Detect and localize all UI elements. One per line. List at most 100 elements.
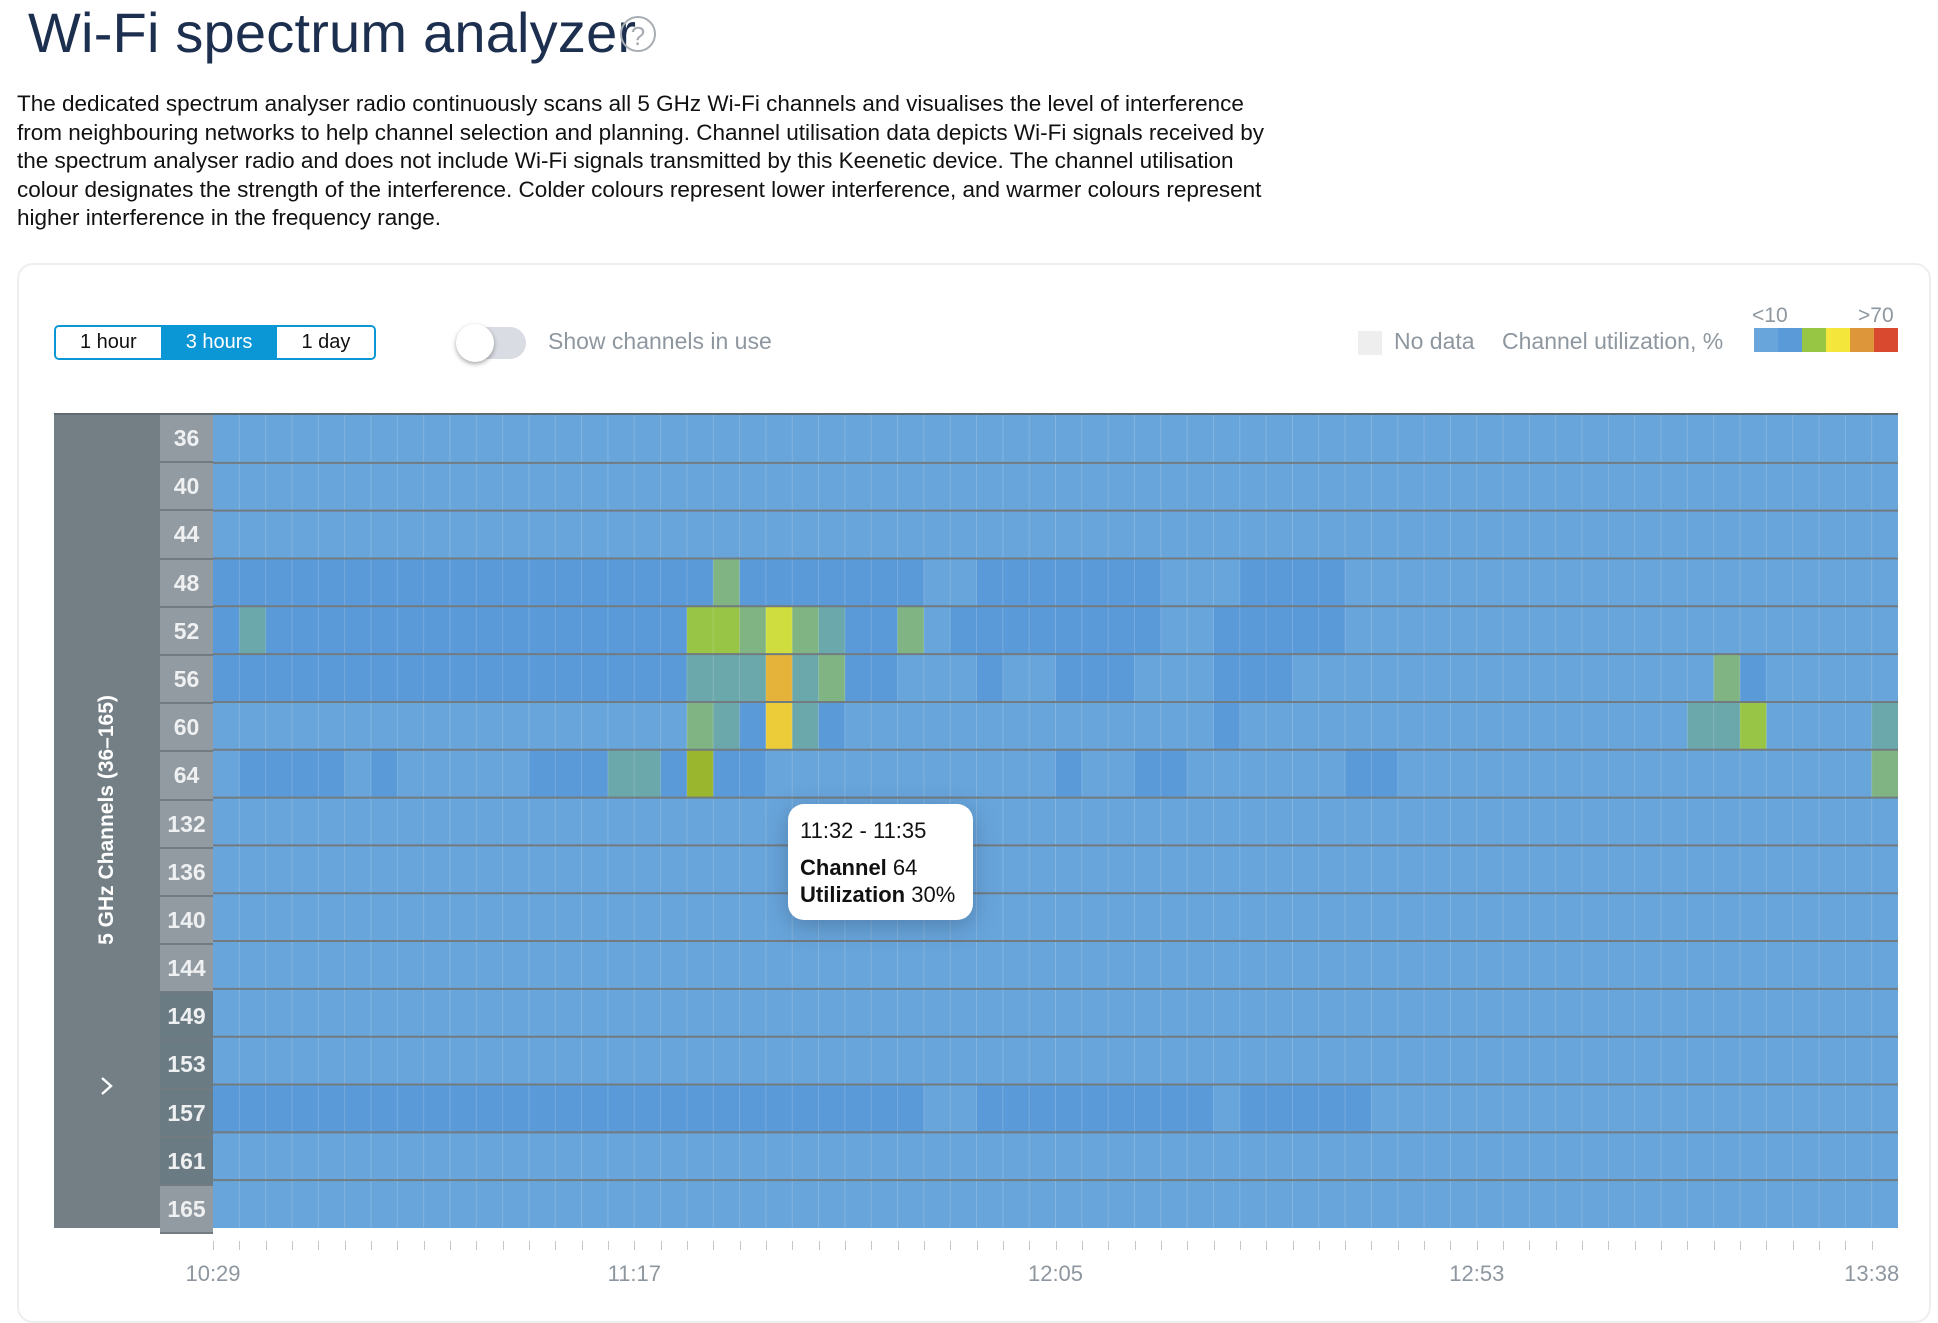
heatmap-cell[interactable] — [1424, 510, 1451, 559]
heatmap-cell[interactable] — [897, 1132, 925, 1181]
heatmap-cell[interactable] — [1371, 510, 1398, 559]
heatmap-cell[interactable] — [502, 1132, 530, 1181]
heatmap-cell[interactable] — [660, 510, 688, 559]
heatmap-cell[interactable] — [239, 845, 266, 894]
heatmap-cell[interactable] — [1345, 1180, 1372, 1228]
heatmap-cell[interactable] — [686, 988, 714, 1037]
heatmap-cell[interactable] — [1503, 415, 1530, 463]
heatmap-cell[interactable] — [1819, 654, 1846, 702]
heatmap-cell[interactable] — [555, 893, 582, 942]
heatmap-cell[interactable] — [239, 415, 266, 463]
heatmap-cell[interactable] — [291, 1036, 319, 1085]
heatmap-cell[interactable] — [844, 1180, 872, 1228]
heatmap-cell[interactable] — [528, 797, 556, 846]
heatmap-cell[interactable] — [1187, 510, 1214, 559]
heatmap-cell[interactable] — [844, 558, 872, 607]
heatmap-cell[interactable] — [634, 701, 661, 750]
heatmap-cell[interactable] — [739, 558, 767, 607]
heatmap-cell[interactable] — [792, 415, 819, 463]
heatmap-cell[interactable] — [1582, 558, 1609, 607]
heatmap-cell[interactable] — [1187, 462, 1214, 511]
heatmap-cell[interactable] — [370, 606, 398, 655]
heatmap-cell[interactable] — [1002, 558, 1030, 607]
heatmap-cell[interactable] — [1002, 749, 1030, 798]
heatmap-cell[interactable] — [528, 701, 556, 750]
heatmap-cell[interactable] — [449, 749, 477, 798]
heatmap-cell[interactable] — [213, 1084, 240, 1133]
heatmap-cell[interactable] — [660, 893, 688, 942]
heatmap-cell[interactable] — [239, 510, 266, 559]
heatmap-cell[interactable] — [1871, 749, 1898, 798]
heatmap-cell[interactable] — [1134, 893, 1162, 942]
heatmap-cell[interactable] — [1661, 606, 1688, 655]
heatmap-cell[interactable] — [1345, 941, 1372, 989]
heatmap-cell[interactable] — [1608, 749, 1635, 798]
heatmap-cell[interactable] — [291, 988, 319, 1037]
heatmap-cell[interactable] — [1661, 1132, 1688, 1181]
heatmap-cell[interactable] — [265, 1036, 293, 1085]
heatmap-cell[interactable] — [739, 1180, 767, 1228]
heatmap-cell[interactable] — [739, 701, 767, 750]
heatmap-cell[interactable] — [291, 415, 319, 463]
heatmap-cell[interactable] — [213, 797, 240, 846]
heatmap-cell[interactable] — [1634, 1180, 1662, 1228]
heatmap-cell[interactable] — [581, 749, 609, 798]
heatmap-cell[interactable] — [1845, 845, 1872, 894]
heatmap-cell[interactable] — [1213, 1036, 1240, 1085]
heatmap-cell[interactable] — [1819, 462, 1846, 511]
heatmap-cell[interactable] — [344, 606, 372, 655]
heatmap-cell[interactable] — [397, 654, 424, 702]
heatmap-cell[interactable] — [1766, 701, 1793, 750]
heatmap-cell[interactable] — [1634, 749, 1662, 798]
heatmap-cell[interactable] — [1740, 988, 1767, 1037]
heatmap-cell[interactable] — [1555, 797, 1583, 846]
heatmap-cell[interactable] — [1371, 462, 1398, 511]
heatmap-cell[interactable] — [739, 797, 767, 846]
heatmap-cell[interactable] — [1792, 462, 1820, 511]
heatmap-cell[interactable] — [1055, 510, 1083, 559]
heatmap-cell[interactable] — [1029, 654, 1056, 702]
heatmap-cell[interactable] — [739, 1036, 767, 1085]
heatmap-cell[interactable] — [1318, 797, 1346, 846]
heatmap-cell[interactable] — [213, 749, 240, 798]
heatmap-cell[interactable] — [1713, 701, 1741, 750]
heatmap-cell[interactable] — [318, 988, 345, 1037]
heatmap-cell[interactable] — [1160, 701, 1188, 750]
heatmap-cell[interactable] — [660, 701, 688, 750]
heatmap-cell[interactable] — [1108, 462, 1135, 511]
heatmap-cell[interactable] — [713, 749, 740, 798]
heatmap-cell[interactable] — [871, 558, 898, 607]
heatmap-cell[interactable] — [1029, 558, 1056, 607]
heatmap-cell[interactable] — [1450, 988, 1477, 1037]
heatmap-cell[interactable] — [1160, 797, 1188, 846]
heatmap-cell[interactable] — [1397, 1036, 1425, 1085]
heatmap-cell[interactable] — [528, 1036, 556, 1085]
heatmap-cell[interactable] — [1292, 1180, 1319, 1228]
heatmap-cell[interactable] — [581, 845, 609, 894]
heatmap-cell[interactable] — [555, 415, 582, 463]
heatmap-cell[interactable] — [213, 415, 240, 463]
range-1-day-button[interactable]: 1 day — [276, 327, 375, 358]
heatmap-cell[interactable] — [1345, 988, 1372, 1037]
heatmap-cell[interactable] — [1871, 510, 1898, 559]
heatmap-cell[interactable] — [1424, 1036, 1451, 1085]
heatmap-cell[interactable] — [423, 988, 451, 1037]
heatmap-cell[interactable] — [1819, 558, 1846, 607]
heatmap-cell[interactable] — [976, 1132, 1004, 1181]
heatmap-cell[interactable] — [449, 701, 477, 750]
heatmap-cell[interactable] — [1476, 1036, 1504, 1085]
heatmap-cell[interactable] — [739, 988, 767, 1037]
heatmap-cell[interactable] — [607, 893, 635, 942]
heatmap-cell[interactable] — [1345, 415, 1372, 463]
heatmap-cell[interactable] — [1081, 988, 1109, 1037]
heatmap-cell[interactable] — [1397, 510, 1425, 559]
heatmap-cell[interactable] — [1160, 606, 1188, 655]
heatmap-cell[interactable] — [1529, 1036, 1556, 1085]
heatmap-cell[interactable] — [1397, 462, 1425, 511]
heatmap-cell[interactable] — [923, 606, 951, 655]
heatmap-cell[interactable] — [1029, 510, 1056, 559]
heatmap-cell[interactable] — [344, 701, 372, 750]
heatmap-cell[interactable] — [1450, 654, 1477, 702]
heatmap-cell[interactable] — [344, 988, 372, 1037]
heatmap-cell[interactable] — [1634, 1036, 1662, 1085]
